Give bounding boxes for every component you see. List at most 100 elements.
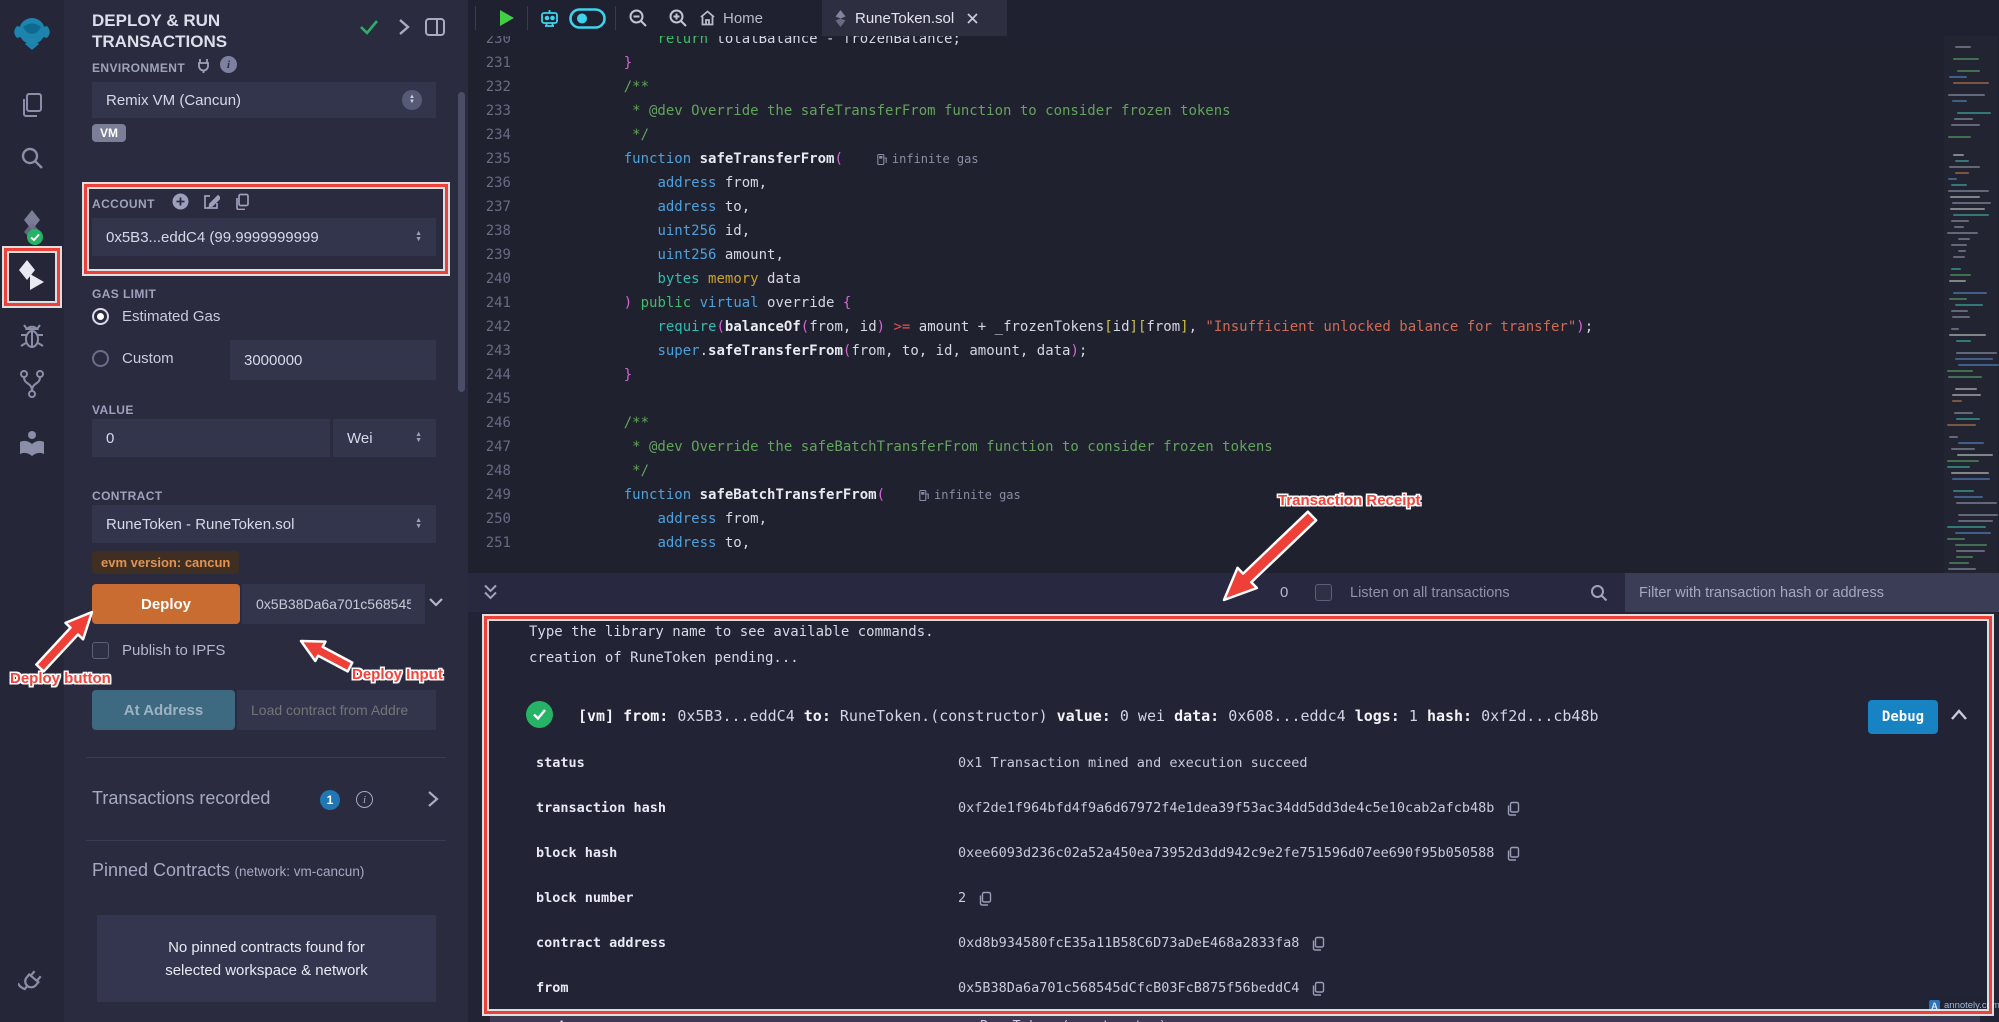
account-edit-icon[interactable] bbox=[202, 193, 220, 210]
environment-label: ENVIRONMENT bbox=[92, 61, 185, 75]
deploy-and-run-icon[interactable] bbox=[0, 258, 64, 292]
tab-home[interactable]: Home bbox=[699, 0, 763, 36]
solidity-file-icon bbox=[834, 9, 847, 28]
debugger-icon[interactable] bbox=[0, 322, 64, 352]
tx-summary-line[interactable]: [vm] from: 0x5B3...eddC4 to: RuneToken.(… bbox=[578, 707, 1599, 725]
side-panel-scrollbar[interactable] bbox=[458, 92, 465, 392]
receipt-row-status: status0x1 Transaction mined and executio… bbox=[468, 755, 1999, 779]
terminal-expand-icon[interactable] bbox=[482, 583, 499, 601]
transactions-recorded-label: Transactions recorded bbox=[92, 788, 270, 809]
contract-label: CONTRACT bbox=[92, 489, 163, 503]
at-address-input[interactable] bbox=[237, 690, 436, 730]
zoom-in-icon[interactable] bbox=[668, 8, 688, 28]
environment-select[interactable]: Remix VM (Cancun) ▲▼ bbox=[92, 82, 436, 118]
code-line-230: 230 return totalBalance - frozenBalance; bbox=[468, 36, 1999, 51]
git-icon[interactable] bbox=[0, 368, 64, 400]
compiler-success-badge bbox=[12, 214, 30, 232]
receipt-row-transaction-hash: transaction hash0xf2de1f964bfd4f9a6d6797… bbox=[468, 800, 1999, 824]
search-icon[interactable] bbox=[0, 144, 64, 172]
panel-forward-icon[interactable] bbox=[396, 18, 412, 36]
listen-all-checkbox[interactable] bbox=[1315, 584, 1332, 601]
environment-info-icon[interactable]: i bbox=[220, 56, 237, 73]
transactions-count-badge: 1 bbox=[320, 790, 340, 810]
file-explorer-icon[interactable] bbox=[0, 92, 64, 120]
terminal-log-line: Type the library name to see available c… bbox=[529, 624, 934, 640]
main-area: Home RuneToken.sol 230 return totalBalan… bbox=[468, 0, 1999, 1022]
remix-ide-window: DEPLOY & RUN TRANSACTIONS ENVIRONMENT i … bbox=[0, 0, 1999, 1022]
deploy-expand-icon[interactable] bbox=[428, 596, 444, 608]
annotely-watermark: Aannotely.com bbox=[1924, 998, 1999, 1013]
contract-stepper-icon: ▲▼ bbox=[415, 518, 422, 530]
panel-layout-icon[interactable] bbox=[424, 17, 446, 37]
pending-tx-count: 0 bbox=[1280, 584, 1288, 601]
environment-plug-icon[interactable] bbox=[196, 57, 211, 73]
code-line-241: 241 ) public virtual override { bbox=[468, 291, 1999, 315]
tab-runetoken[interactable]: RuneToken.sol bbox=[822, 0, 1007, 36]
gas-custom-input[interactable] bbox=[230, 340, 436, 380]
code-line-249: 249 function safeBatchTransferFrom(infin… bbox=[468, 483, 1999, 507]
zoom-out-icon[interactable] bbox=[628, 8, 648, 28]
editor-minimap[interactable] bbox=[1944, 36, 1998, 573]
copy-icon[interactable] bbox=[1311, 981, 1325, 996]
evm-version-badge: evm version: cancun bbox=[92, 551, 239, 574]
gas-custom-radio[interactable]: Custom bbox=[92, 350, 174, 367]
annotation-label-deploy-input: Deploy Input bbox=[352, 666, 443, 683]
debug-button[interactable]: Debug bbox=[1868, 700, 1938, 734]
deploy-button[interactable]: Deploy bbox=[92, 584, 240, 624]
code-line-246: 246 /** bbox=[468, 411, 1999, 435]
deploy-input[interactable] bbox=[242, 584, 425, 624]
value-label: VALUE bbox=[92, 403, 134, 417]
code-line-232: 232 /** bbox=[468, 75, 1999, 99]
account-add-icon[interactable] bbox=[172, 193, 189, 210]
home-icon bbox=[699, 10, 716, 26]
run-script-button[interactable] bbox=[496, 8, 516, 28]
infinite-gas-annotation: infinite gas bbox=[919, 483, 1021, 507]
account-select[interactable]: 0x5B3...eddC4 (99.9999999999 ▲▼ bbox=[92, 218, 436, 256]
code-line-242: 242 require(balanceOf(from, id) >= amoun… bbox=[468, 315, 1999, 339]
code-line-235: 235 function safeTransferFrom(infinite g… bbox=[468, 147, 1999, 171]
divider bbox=[86, 757, 446, 758]
value-unit-select[interactable]: Wei ▲▼ bbox=[333, 419, 436, 457]
divider bbox=[86, 840, 446, 841]
activity-bar bbox=[0, 0, 65, 1022]
code-line-251: 251 address to, bbox=[468, 531, 1999, 555]
transactions-expand-icon[interactable] bbox=[426, 790, 440, 808]
value-input[interactable] bbox=[92, 419, 330, 457]
account-copy-icon[interactable] bbox=[234, 193, 250, 210]
tx-success-icon bbox=[526, 701, 553, 728]
pinned-contracts-empty: No pinned contracts found for selected w… bbox=[97, 915, 436, 1002]
copy-icon[interactable] bbox=[1506, 846, 1520, 861]
terminal-filter-input[interactable] bbox=[1625, 573, 1999, 612]
value-unit-stepper-icon: ▲▼ bbox=[415, 432, 422, 444]
code-lines: 230 return totalBalance - frozenBalance;… bbox=[468, 36, 1999, 555]
infinite-gas-annotation: infinite gas bbox=[877, 147, 979, 171]
close-tab-icon[interactable] bbox=[966, 12, 979, 25]
transactions-info-icon[interactable]: i bbox=[356, 791, 373, 808]
publish-ipfs-checkbox[interactable]: Publish to IPFS bbox=[92, 642, 225, 659]
code-line-243: 243 super.safeTransferFrom(from, to, id,… bbox=[468, 339, 1999, 363]
gas-limit-label: GAS LIMIT bbox=[92, 287, 156, 301]
learneth-icon[interactable] bbox=[0, 428, 64, 458]
code-line-231: 231 } bbox=[468, 51, 1999, 75]
terminal-search-icon[interactable] bbox=[1590, 584, 1608, 602]
annotation-label-deploy-button: Deploy button bbox=[10, 670, 111, 687]
account-stepper-icon: ▲▼ bbox=[415, 231, 422, 243]
receipt-row-block-number: block number2 bbox=[468, 890, 1999, 914]
code-editor[interactable]: 230 return totalBalance - frozenBalance;… bbox=[468, 36, 1999, 573]
copy-icon[interactable] bbox=[1311, 936, 1325, 951]
account-label: ACCOUNT bbox=[92, 197, 155, 211]
ai-assistant-icon[interactable] bbox=[538, 7, 561, 30]
code-line-233: 233 * @dev Override the safeTransferFrom… bbox=[468, 99, 1999, 123]
collapse-receipt-icon[interactable] bbox=[1950, 708, 1968, 722]
gas-estimated-radio[interactable]: Estimated Gas bbox=[92, 308, 220, 325]
code-line-238: 238 uint256 id, bbox=[468, 219, 1999, 243]
contract-select[interactable]: RuneToken - RuneToken.sol ▲▼ bbox=[92, 505, 436, 543]
copy-icon[interactable] bbox=[1506, 801, 1520, 816]
code-line-244: 244 } bbox=[468, 363, 1999, 387]
terminal[interactable]: Type the library name to see available c… bbox=[468, 612, 1999, 1022]
plugin-manager-icon[interactable] bbox=[0, 968, 64, 996]
ai-toggle-on[interactable] bbox=[569, 8, 606, 29]
remix-logo[interactable] bbox=[0, 12, 64, 54]
at-address-button[interactable]: At Address bbox=[92, 690, 235, 730]
copy-icon[interactable] bbox=[978, 891, 992, 906]
